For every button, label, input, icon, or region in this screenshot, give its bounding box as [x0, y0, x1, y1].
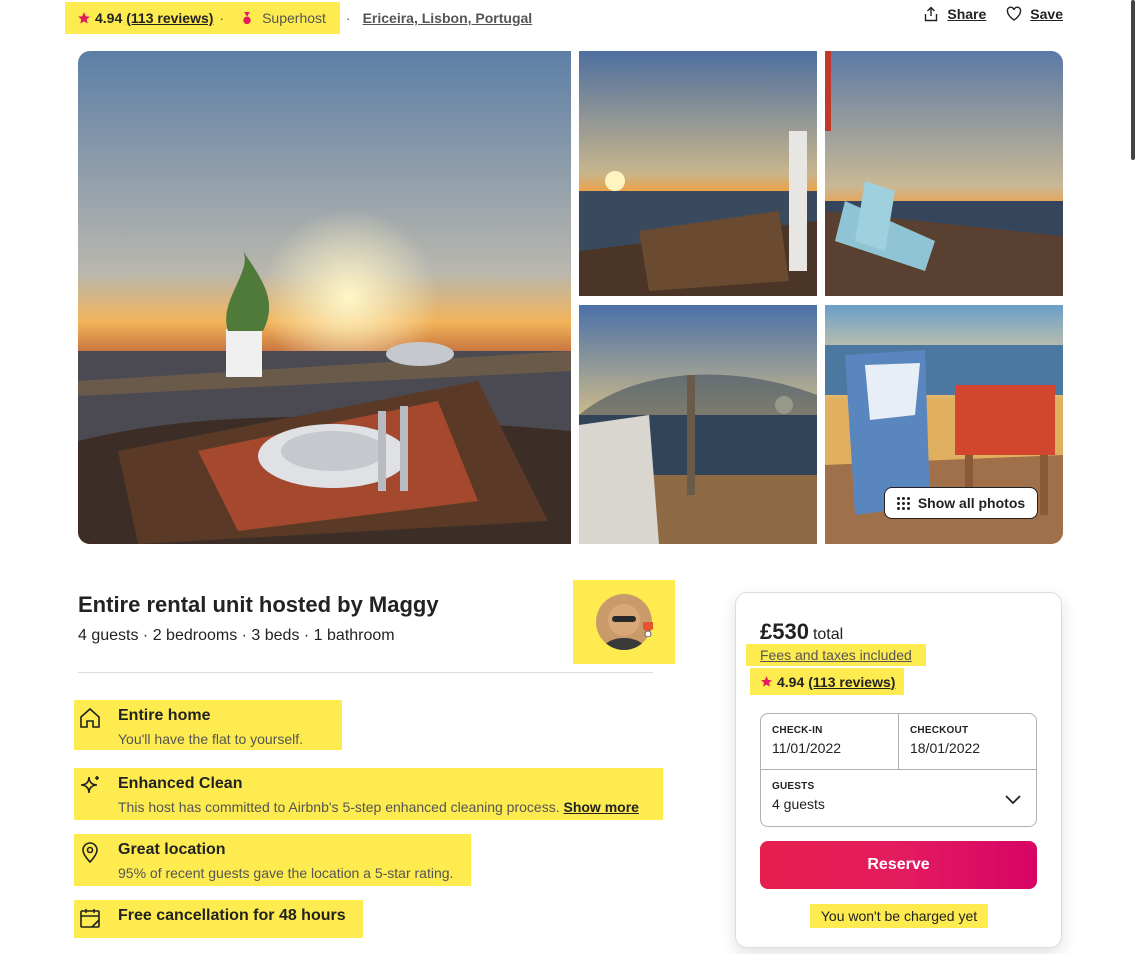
- date-guest-picker: CHECK-IN 11/01/2022 CHECKOUT 18/01/2022 …: [760, 713, 1037, 827]
- no-charge-note: You won't be charged yet: [810, 904, 988, 928]
- feature-entire-home: Entire home You'll have the flat to your…: [74, 700, 342, 750]
- checkin-field[interactable]: CHECK-IN 11/01/2022: [761, 714, 898, 769]
- calendar-icon: [80, 909, 100, 928]
- listing-meta-bar: 4.94 (113 reviews) · Superhost · Ericeir…: [65, 2, 532, 34]
- guests-label: GUESTS: [772, 781, 815, 792]
- photo-sunset-deck: [579, 51, 817, 296]
- fees-link[interactable]: Fees and taxes included: [746, 644, 926, 666]
- save-label: Save: [1030, 6, 1063, 22]
- feature-desc: This host has committed to Airbnb's 5-st…: [118, 798, 639, 816]
- chevron-down-icon: [1005, 795, 1021, 805]
- feature-great-location: Great location 95% of recent guests gave…: [74, 834, 471, 886]
- feature-title: Great location: [118, 841, 226, 858]
- reviews-link[interactable]: (113 reviews): [126, 10, 213, 26]
- checkin-label: CHECK-IN: [772, 725, 823, 736]
- price-total: £530 total: [760, 619, 843, 645]
- sparkle-icon: [80, 776, 99, 794]
- feature-desc: You'll have the flat to yourself.: [118, 731, 304, 747]
- heart-icon: [1007, 6, 1022, 21]
- scrollbar[interactable]: [1131, 0, 1135, 160]
- listing-summary: 4 guests · 2 bedrooms · 3 beds · 1 bathr…: [78, 627, 395, 644]
- card-rating: 4.94 (113 reviews): [750, 668, 904, 695]
- location-pin-icon: [82, 842, 98, 864]
- divider: [78, 672, 653, 673]
- price-suffix: total: [812, 626, 844, 643]
- photo-2[interactable]: [579, 51, 817, 296]
- checkout-value: 18/01/2022: [910, 740, 981, 756]
- reserve-button[interactable]: Reserve: [760, 841, 1037, 889]
- checkin-value: 11/01/2022: [772, 740, 842, 756]
- superhost-medal-icon: [643, 622, 653, 637]
- feature-desc-text: This host has committed to Airbnb's 5-st…: [118, 799, 560, 815]
- photo-3[interactable]: [825, 51, 1063, 296]
- photo-main[interactable]: [78, 51, 571, 544]
- superhost-label: Superhost: [262, 10, 326, 26]
- photo-glass-balcony: [579, 305, 817, 544]
- feature-title: Entire home: [118, 707, 211, 724]
- host-avatar-highlight: [573, 580, 675, 664]
- star-icon: [761, 676, 772, 687]
- show-all-photos-button[interactable]: Show all photos: [884, 487, 1038, 519]
- feature-title: Enhanced Clean: [118, 775, 243, 792]
- grid-icon: [896, 496, 910, 510]
- photo-deck-chairs: [825, 51, 1063, 296]
- photo-sunset-table: [78, 51, 571, 544]
- photo-4[interactable]: [579, 305, 817, 544]
- guests-value: 4 guests: [772, 796, 825, 812]
- feature-desc: 95% of recent guests gave the location a…: [118, 865, 454, 881]
- listing-actions: Share Save: [923, 6, 1063, 22]
- rating-value: 4.94: [95, 10, 123, 26]
- share-button[interactable]: Share: [923, 6, 986, 22]
- superhost-badge: Superhost: [238, 2, 340, 34]
- reviews-link[interactable]: (113 reviews): [808, 674, 895, 690]
- separator: ·: [345, 10, 351, 26]
- separator: ·: [219, 10, 225, 26]
- checkout-label: CHECKOUT: [910, 725, 969, 736]
- location-link[interactable]: Ericeira, Lisbon, Portugal: [363, 10, 533, 26]
- guests-dropdown[interactable]: GUESTS 4 guests: [761, 770, 1036, 826]
- share-icon: [925, 6, 938, 22]
- photo-gallery: Show all photos: [78, 51, 1063, 544]
- share-label: Share: [947, 6, 987, 22]
- price-amount: £530: [760, 619, 809, 644]
- show-more-link[interactable]: Show more: [563, 799, 638, 815]
- save-button[interactable]: Save: [1006, 6, 1063, 22]
- feature-free-cancellation: Free cancellation for 48 hours: [74, 900, 363, 938]
- show-all-photos-label: Show all photos: [917, 495, 1026, 511]
- feature-enhanced-clean: Enhanced Clean This host has committed t…: [74, 768, 663, 820]
- rating-value: 4.94: [777, 673, 805, 690]
- booking-card: £530 total Fees and taxes included 4.94 …: [735, 592, 1062, 948]
- rating-summary: 4.94 (113 reviews) ·: [65, 2, 239, 34]
- feature-title: Free cancellation for 48 hours: [118, 907, 346, 924]
- checkout-field[interactable]: CHECKOUT 18/01/2022: [898, 714, 1036, 769]
- listing-title: Entire rental unit hosted by Maggy: [78, 592, 439, 617]
- home-icon: [80, 707, 100, 728]
- star-icon: [78, 12, 90, 24]
- medal-icon: [243, 11, 251, 24]
